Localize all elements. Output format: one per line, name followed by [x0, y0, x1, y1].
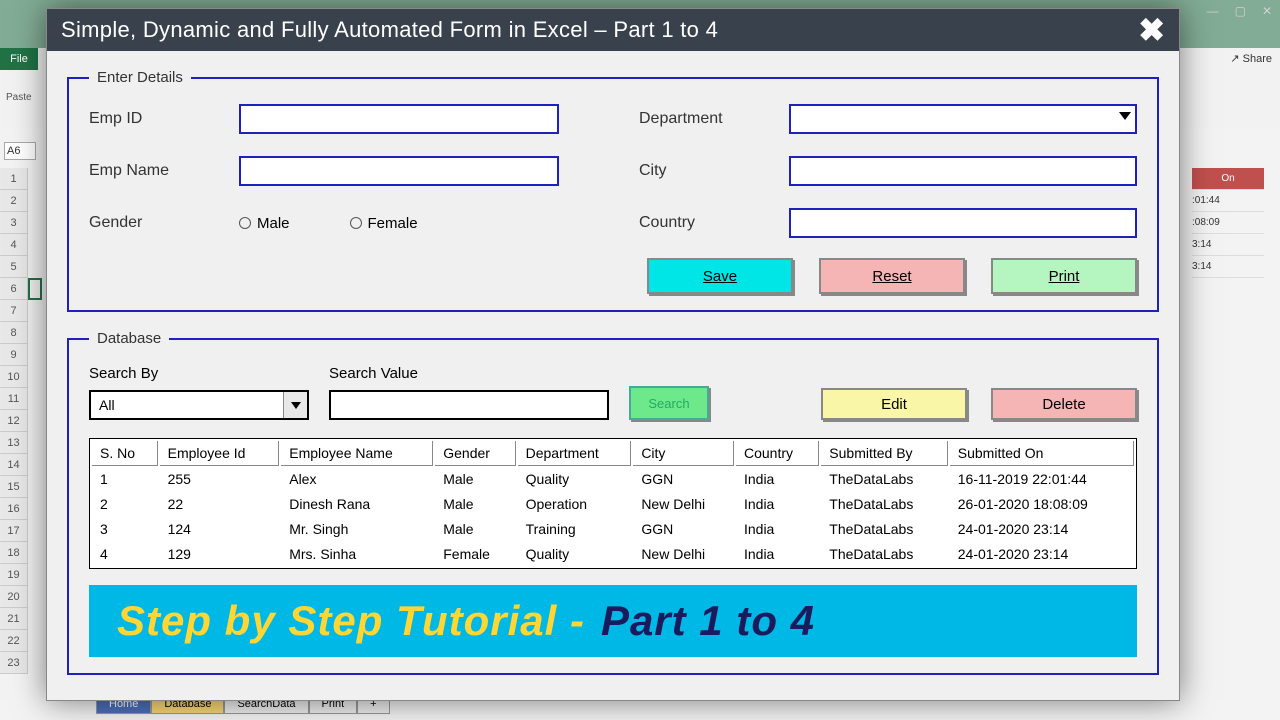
- share-button: ↗ Share: [1230, 52, 1272, 65]
- reset-button[interactable]: Reset: [819, 258, 965, 294]
- table-header[interactable]: Submitted By: [821, 441, 947, 466]
- search-button[interactable]: Search: [629, 386, 709, 420]
- search-value-label: Search Value: [329, 365, 609, 382]
- table-row[interactable]: 4129Mrs. SinhaFemaleQualityNew DelhiIndi…: [92, 543, 1134, 566]
- banner-text-1: Step by Step Tutorial -: [117, 597, 585, 645]
- dialog-title: Simple, Dynamic and Fully Automated Form…: [61, 17, 718, 43]
- radio-icon: [350, 217, 362, 229]
- city-input[interactable]: [789, 156, 1137, 186]
- file-tab: File: [0, 48, 38, 70]
- table-row[interactable]: 1255AlexMaleQualityGGNIndiaTheDataLabs16…: [92, 468, 1134, 491]
- enter-details-group: Enter Details Emp ID Department Emp Name…: [67, 69, 1159, 312]
- form-dialog: Simple, Dynamic and Fully Automated Form…: [46, 8, 1180, 701]
- table-header[interactable]: Department: [518, 441, 632, 466]
- enter-details-legend: Enter Details: [89, 69, 191, 86]
- table-row[interactable]: 3124Mr. SinghMaleTrainingGGNIndiaTheData…: [92, 518, 1134, 541]
- chevron-down-icon: [1119, 112, 1131, 120]
- table-header[interactable]: Country: [736, 441, 819, 466]
- cell-selection: [28, 278, 42, 300]
- close-icon[interactable]: ✖: [1138, 14, 1165, 46]
- gender-female-radio[interactable]: Female: [350, 215, 418, 232]
- banner-text-2: Part 1 to 4: [601, 597, 815, 645]
- table-header[interactable]: Gender: [435, 441, 515, 466]
- table-header[interactable]: City: [633, 441, 734, 466]
- window-controls: —▢✕: [1207, 4, 1272, 18]
- print-button[interactable]: Print: [991, 258, 1137, 294]
- department-label: Department: [639, 110, 789, 128]
- emp-name-label: Emp Name: [89, 162, 239, 180]
- chevron-down-icon: [283, 392, 307, 418]
- save-button[interactable]: Save: [647, 258, 793, 294]
- search-by-value: All: [99, 397, 115, 413]
- name-box: A6: [4, 142, 36, 160]
- delete-button[interactable]: Delete: [991, 388, 1137, 420]
- country-input[interactable]: [789, 208, 1137, 238]
- background-column: On:01:44:08:093:143:14: [1192, 168, 1264, 278]
- database-group: Database Search By All Search Value Sear…: [67, 330, 1159, 675]
- country-label: Country: [639, 214, 789, 232]
- emp-id-label: Emp ID: [89, 110, 239, 128]
- tutorial-banner: Step by Step Tutorial - Part 1 to 4: [89, 585, 1137, 657]
- emp-id-input[interactable]: [239, 104, 559, 134]
- paste-label: Paste: [6, 92, 32, 103]
- table-header[interactable]: S. No: [92, 441, 158, 466]
- department-select[interactable]: [789, 104, 1137, 134]
- data-table[interactable]: S. NoEmployee IdEmployee NameGenderDepar…: [89, 438, 1137, 569]
- search-value-input[interactable]: [329, 390, 609, 420]
- table-header[interactable]: Employee Id: [160, 441, 280, 466]
- radio-icon: [239, 217, 251, 229]
- table-row[interactable]: 222Dinesh RanaMaleOperationNew DelhiIndi…: [92, 493, 1134, 516]
- database-legend: Database: [89, 330, 169, 347]
- row-headers: 1234567891011121314151617181920212223: [0, 168, 28, 690]
- city-label: City: [639, 162, 789, 180]
- table-header[interactable]: Employee Name: [281, 441, 433, 466]
- table-header[interactable]: Submitted On: [950, 441, 1134, 466]
- search-by-select[interactable]: All: [89, 390, 309, 420]
- gender-label: Gender: [89, 214, 239, 232]
- emp-name-input[interactable]: [239, 156, 559, 186]
- titlebar: Simple, Dynamic and Fully Automated Form…: [47, 9, 1179, 51]
- edit-button[interactable]: Edit: [821, 388, 967, 420]
- gender-male-radio[interactable]: Male: [239, 215, 290, 232]
- search-by-label: Search By: [89, 365, 309, 382]
